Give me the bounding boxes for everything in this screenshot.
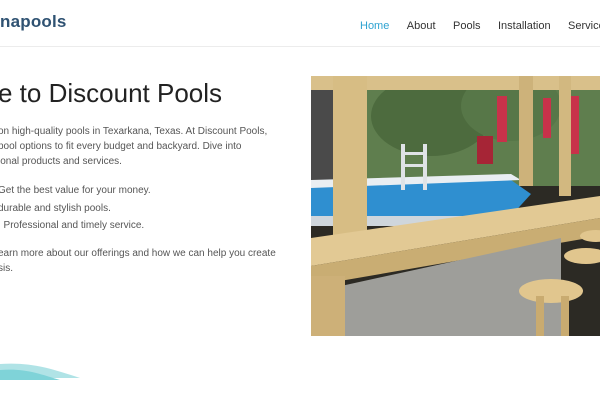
nav-pools[interactable]: Pools bbox=[453, 20, 481, 32]
nav-services[interactable]: Services bbox=[568, 20, 600, 32]
hero-outro: earn more about our offerings and how we… bbox=[0, 246, 288, 276]
nav-about[interactable]: About bbox=[407, 20, 436, 32]
nav-installation[interactable]: Installation bbox=[498, 20, 551, 32]
site-logo[interactable]: napools bbox=[0, 12, 67, 32]
intro-line: pool options to fit every budget and bac… bbox=[0, 141, 242, 152]
nav-home[interactable]: Home bbox=[360, 20, 389, 32]
pool-deck-illustration bbox=[311, 76, 600, 336]
outro-line: earn more about our offerings and how we… bbox=[0, 248, 276, 259]
decorative-wave bbox=[0, 363, 80, 380]
feature-list: Get the best value for your money. durab… bbox=[0, 182, 151, 235]
feature-item: : Professional and timely service. bbox=[0, 220, 145, 231]
main-nav: Home About Pools Installation Services bbox=[360, 16, 600, 34]
site-header: napools Home About Pools Installation Se… bbox=[0, 0, 600, 47]
intro-line: ional products and services. bbox=[0, 156, 122, 167]
outro-line: sis. bbox=[0, 263, 13, 274]
pool-deck-photo bbox=[311, 76, 600, 336]
intro-line: on high-quality pools in Texarkana, Texa… bbox=[0, 126, 268, 137]
hero-title: e to Discount Pools bbox=[0, 78, 223, 108]
feature-item: Get the best value for your money. bbox=[0, 185, 151, 196]
hero-intro: on high-quality pools in Texarkana, Texa… bbox=[0, 124, 288, 169]
feature-item: durable and stylish pools. bbox=[0, 202, 111, 214]
